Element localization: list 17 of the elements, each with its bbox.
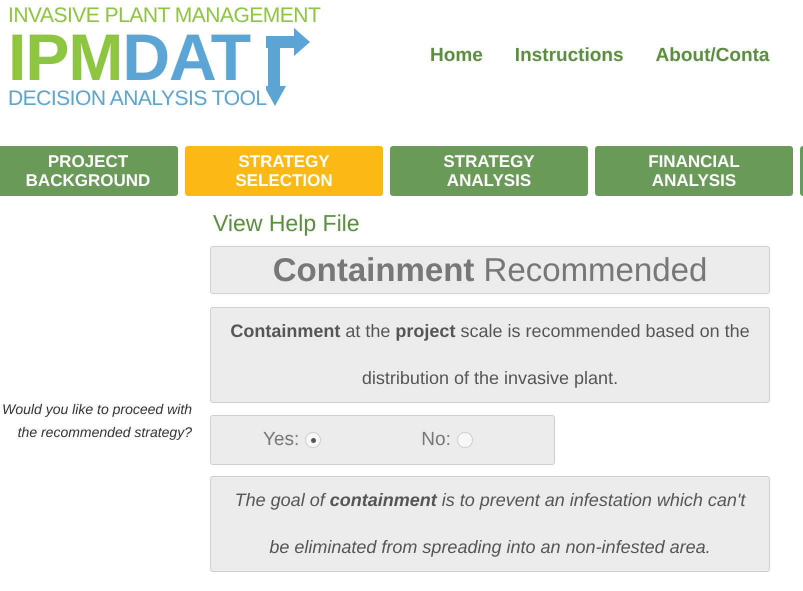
goal-text: The goal of containment is to prevent an infestation which can't be eliminated from spreading into an non-infested area. xyxy=(234,489,747,559)
logo-tagline: DECISION ANALYSIS TOOL xyxy=(8,86,268,112)
recommendation-text: Containment at the project scale is recommended based on the distribution of the invasive plant. xyxy=(229,320,751,390)
recommendation-title: Containment Recommended xyxy=(272,250,708,290)
nav-link[interactable]: Instructions xyxy=(514,42,624,70)
option-label: No: xyxy=(421,428,451,452)
logo-mark: IPM xyxy=(8,28,122,86)
step-tab[interactable]: STRATEGY ANALYSIS xyxy=(390,146,588,196)
question-label: Would you like to proceed with the recommended strategy? xyxy=(1,400,192,442)
step-tab[interactable]: FINANCIAL ANALYSIS xyxy=(595,146,793,196)
help-link[interactable]: View Help File xyxy=(210,208,360,238)
nav-link[interactable]: About/Conta xyxy=(656,42,770,70)
logo-tagline: INVASIVE PLANT MANAGEMENT xyxy=(8,4,320,28)
logo-mark: DAT xyxy=(122,28,250,86)
nav-link[interactable]: Home xyxy=(430,42,483,70)
step-tab[interactable]: PROJECT BACKGROUND xyxy=(0,146,178,196)
option-label: Yes: xyxy=(263,428,300,452)
